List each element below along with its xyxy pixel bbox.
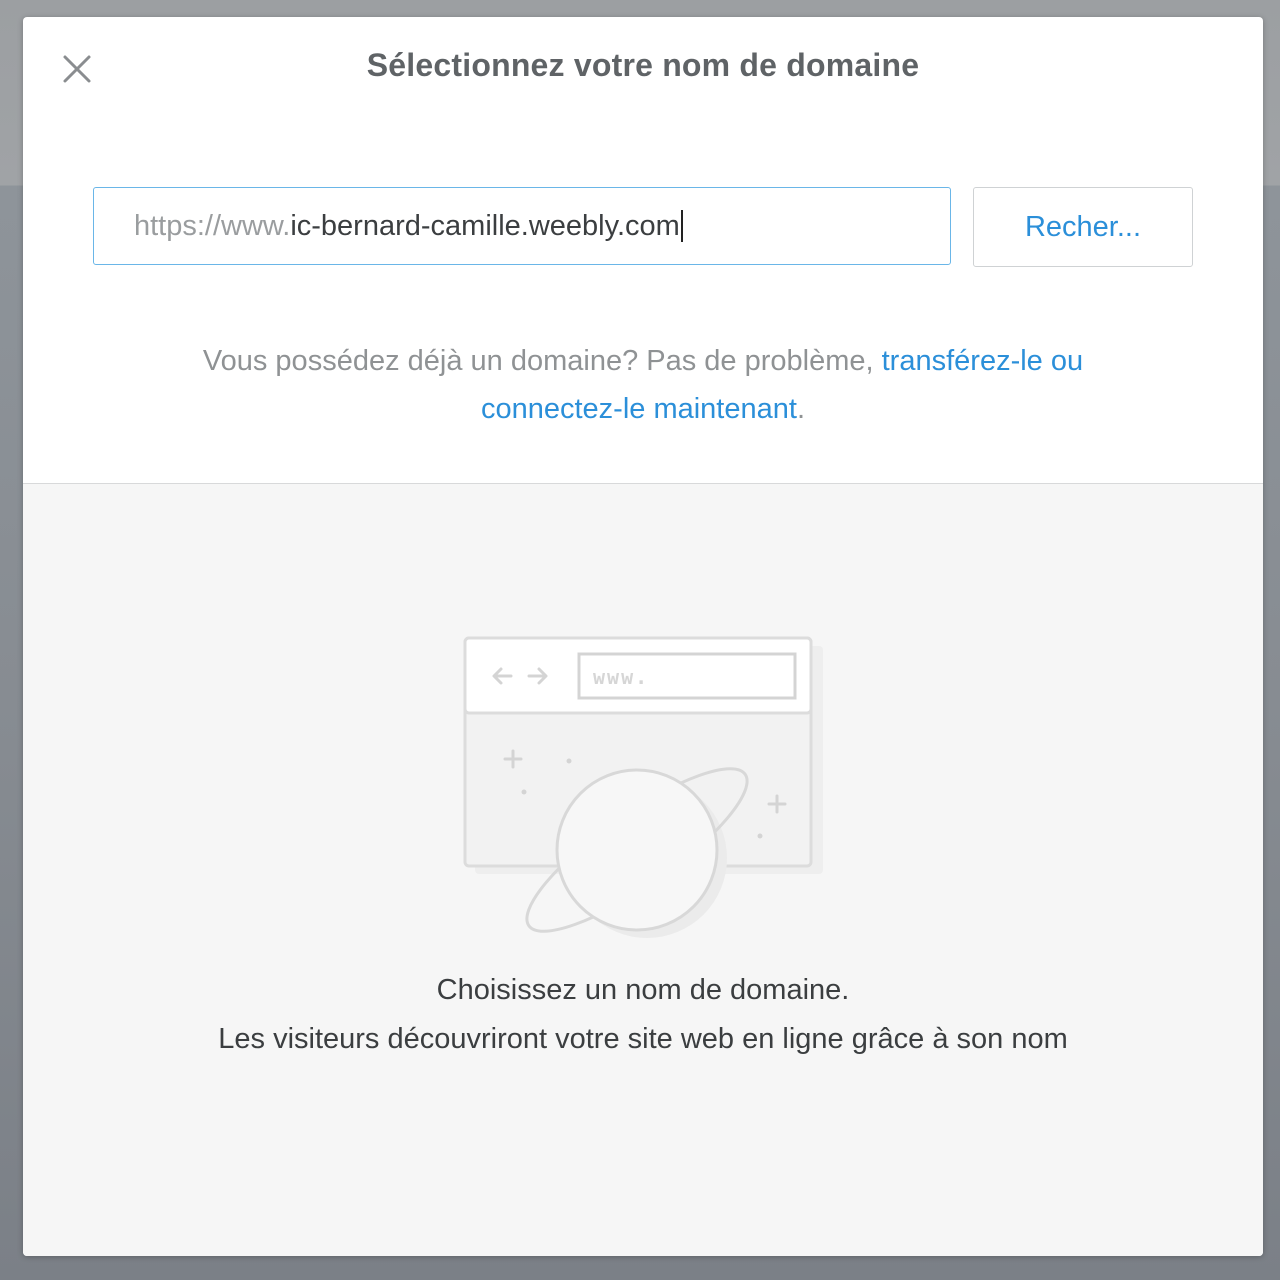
illustration-url-text: www.	[593, 665, 649, 689]
domain-prefix: https://www.	[134, 209, 291, 242]
domain-input-value: ic-bernard-camille.weebly.com	[290, 209, 680, 242]
modal-title: Sélectionnez votre nom de domaine	[366, 47, 920, 83]
text-caret	[680, 210, 683, 242]
search-button[interactable]: Recher...	[973, 187, 1193, 267]
empty-state-area: www. Choisissez un nom de domaine. Les v…	[23, 484, 1263, 1256]
domain-search-row: https://www. ic-bernard-camille.weebly.co…	[93, 187, 1193, 267]
existing-domain-helper: Vous possédez déjà un domaine? Pas de pr…	[143, 337, 1143, 433]
modal-header: Sélectionnez votre nom de domaine	[23, 17, 1263, 121]
domain-search-input[interactable]: https://www. ic-bernard-camille.weebly.co…	[93, 187, 951, 265]
empty-state-subtitle: Les visiteurs découvriront votre site we…	[218, 1023, 1068, 1055]
empty-state-title: Choisissez un nom de domaine.	[436, 974, 850, 1006]
helper-suffix: .	[796, 393, 806, 425]
helper-text: Vous possédez déjà un domaine? Pas de pr…	[202, 345, 882, 377]
browser-planet-illustration: www.	[463, 636, 823, 938]
domain-modal: Sélectionnez votre nom de domaine https:…	[23, 17, 1263, 1256]
